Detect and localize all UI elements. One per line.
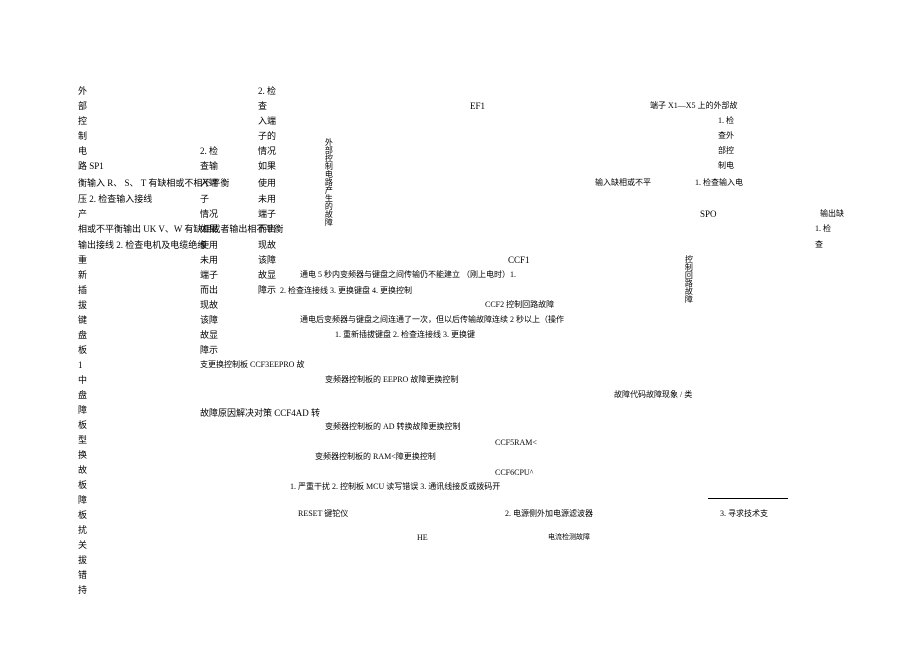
text: 故障原因解决对策 CCF4AD 转	[200, 408, 320, 420]
text: 控	[78, 116, 87, 128]
text: 查	[815, 240, 823, 250]
text: 1. 检	[718, 116, 734, 126]
text: CCF5RAM<	[495, 438, 537, 448]
text: RESET 键铊仪	[298, 509, 348, 519]
text: SPO	[700, 209, 717, 221]
text: 通电 5 秒内变频器与键盘之间传输仍不能建立 （刚上电时）1.	[300, 270, 516, 280]
text: 部控	[718, 146, 734, 156]
text: 未用	[200, 255, 218, 267]
text: 型	[78, 435, 87, 447]
text: CCF6CPU^	[495, 468, 533, 478]
text: 查输	[200, 161, 218, 173]
text: 1. 严重干扰 2. 控制板 MCU 读写错误 3. 通讯线接反或拨码开	[290, 482, 500, 492]
text: 现故	[200, 300, 218, 312]
text: 变频器控制板的 EEPRO 故障更换控制	[325, 375, 458, 385]
document-page: 外 部 控 制 电 路 SP1 衡输入 R、 S、 T 有缺相或不相不平衡 压 …	[0, 0, 920, 650]
text: 输入缺相或不平	[595, 178, 651, 188]
text: 现故	[258, 240, 276, 252]
text: 如果	[200, 224, 218, 236]
text: 变频器控制板的 RAM<障更换控制	[315, 452, 436, 462]
text: 3. 寻求技术支	[720, 509, 768, 519]
text: 该障	[258, 255, 276, 267]
text: 板	[78, 510, 87, 522]
text: 情况	[258, 146, 276, 158]
text: 扰	[78, 525, 87, 537]
text: 1. 重新插拔键盘 2. 检查连接线 3. 更换键	[335, 330, 475, 340]
text: 该障	[200, 315, 218, 327]
text: 子	[200, 194, 209, 206]
hr	[708, 498, 788, 499]
text: 输出接线 2. 检查电机及电缆绝缘	[78, 240, 206, 252]
text: 故显	[258, 270, 276, 282]
text: 相或不平衡输出 UK V、W 有缺相或者输出相不平衡	[78, 224, 283, 236]
text: 如果	[258, 161, 276, 173]
text: 故障代码故障现象 / 类	[614, 390, 692, 400]
text: 障	[78, 405, 87, 417]
text: 错	[78, 570, 87, 582]
text: 关	[78, 540, 87, 552]
text: 持	[78, 585, 87, 597]
text: 2. 检	[200, 146, 218, 158]
vertical-text: 外部控制电路产生的故障	[323, 138, 333, 268]
text: 查	[258, 101, 267, 113]
text: 拔	[78, 555, 87, 567]
text: 障示	[200, 345, 218, 357]
text: 电	[78, 146, 87, 158]
vertical-text: 控制回路故障	[683, 255, 693, 335]
text: HE	[417, 533, 428, 543]
text: 变频器控制板的 AD 转换故障更换控制	[325, 422, 461, 432]
text: 使用	[258, 178, 276, 190]
text: 障示	[258, 285, 276, 297]
text: 部	[78, 101, 87, 113]
text: 电流检测故障	[548, 533, 590, 542]
text: 压 2. 检查输入接线	[78, 194, 152, 206]
text: CCF2 控制回路故障	[485, 300, 554, 310]
text: 端子	[200, 270, 218, 282]
text: 产	[78, 209, 87, 221]
text: 1. 检	[815, 224, 831, 234]
text: 1	[78, 360, 83, 372]
text: 未用	[258, 194, 276, 206]
text: 板	[78, 480, 87, 492]
text: 入端	[258, 116, 276, 128]
text: 2. 检查连接线 3. 更换键盘 4. 更换控制	[280, 286, 412, 296]
text: 故	[78, 465, 87, 477]
text: 入端	[200, 178, 218, 190]
text: 通电后变频器与键盘之间连通了一次，但以后传输故障连续 2 秒以上（操作	[300, 315, 564, 325]
text: 子的	[258, 131, 276, 143]
text: 盘	[78, 390, 87, 402]
text: 障	[78, 495, 87, 507]
text: 输出缺	[820, 209, 844, 219]
text: 换	[78, 450, 87, 462]
text: 支更换控制板 CCF3EEPRO 故	[200, 360, 304, 370]
text: 制电	[718, 161, 734, 171]
text: 1. 检查输入电	[695, 178, 743, 188]
text: 端子	[258, 209, 276, 221]
text: 使用	[200, 240, 218, 252]
text: 中	[78, 375, 87, 387]
text: 板	[78, 345, 87, 357]
text: 拔	[78, 300, 87, 312]
text: 而出	[200, 285, 218, 297]
text: 制	[78, 131, 87, 143]
text: 新	[78, 270, 87, 282]
text: EF1	[470, 101, 485, 113]
text: 查外	[718, 131, 734, 141]
text: 2. 电源侧外加电源滤波器	[505, 509, 593, 519]
text: 插	[78, 285, 87, 297]
text: 板	[78, 420, 87, 432]
text: 外	[78, 86, 87, 98]
text: CCF1	[508, 255, 530, 267]
text: 盘	[78, 330, 87, 342]
text: 故显	[200, 330, 218, 342]
text: 而出	[258, 224, 276, 236]
text: 2. 检	[258, 86, 276, 98]
text: 路 SP1	[78, 161, 104, 173]
text: 重	[78, 255, 87, 267]
text: 端子 X1—X5 上的外部故	[650, 101, 738, 111]
text: 情况	[200, 209, 218, 221]
text: 键	[78, 315, 87, 327]
